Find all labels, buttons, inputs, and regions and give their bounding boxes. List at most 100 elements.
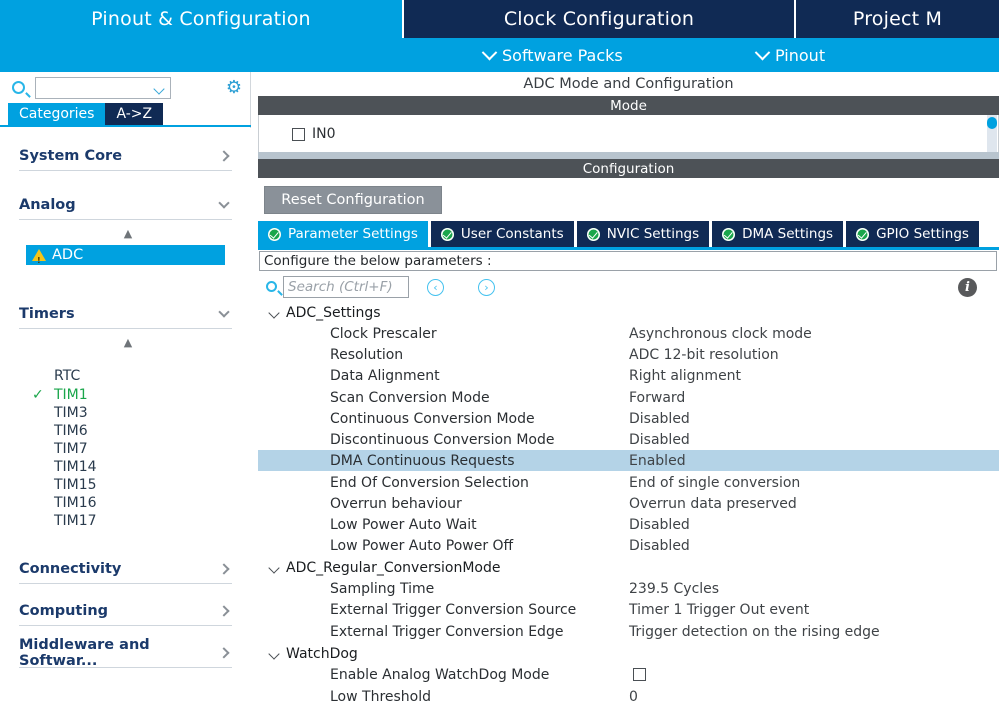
- sidebar-item-tim16[interactable]: TIM16: [54, 495, 97, 512]
- table-row[interactable]: Data Alignment Right alignment: [258, 365, 999, 386]
- sidebar-search-combo[interactable]: [35, 77, 171, 99]
- tab-gpio-settings[interactable]: GPIO Settings: [846, 221, 979, 247]
- parameter-value: Trigger detection on the rising edge: [629, 623, 880, 640]
- info-icon[interactable]: i: [958, 278, 977, 297]
- table-row[interactable]: Discontinuous Conversion Mode Disabled: [258, 429, 999, 450]
- parameter-value: Disabled: [629, 516, 690, 533]
- scroll-spinner-icon[interactable]: ▲: [121, 227, 135, 241]
- table-row[interactable]: Enable Analog WatchDog Mode: [258, 664, 999, 685]
- parameter-group-label: WatchDog: [286, 645, 358, 662]
- table-row[interactable]: Overrun behaviour Overrun data preserved: [258, 493, 999, 514]
- tab-parameter-settings[interactable]: Parameter Settings: [258, 221, 428, 247]
- parameter-value: End of single conversion: [629, 474, 801, 491]
- table-row[interactable]: Low Power Auto Wait Disabled: [258, 514, 999, 535]
- sidebar-group-label: Timers: [19, 305, 75, 322]
- sidebar-group-analog[interactable]: Analog: [19, 190, 232, 220]
- table-row[interactable]: External Trigger Conversion Edge Trigger…: [258, 621, 999, 642]
- tab-nvic-settings[interactable]: NVIC Settings: [576, 221, 710, 247]
- scroll-spinner-icon[interactable]: ▲: [121, 336, 135, 350]
- sidebar-tree: System Core Analog ▲ ADC Timers ▲ RTC ✓ …: [0, 128, 251, 728]
- tab-dma-settings[interactable]: DMA Settings: [712, 221, 844, 247]
- chevron-down-icon: [218, 305, 230, 318]
- parameter-label: Discontinuous Conversion Mode: [330, 431, 555, 448]
- checkbox-enable-analog-watchdog[interactable]: [633, 668, 646, 681]
- check-circle-icon: [440, 227, 454, 241]
- parameter-group-regular-conversion-mode[interactable]: ADC_Regular_ConversionMode: [258, 557, 999, 578]
- table-row[interactable]: External Trigger Conversion Source Timer…: [258, 599, 999, 620]
- sidebar-item-tim7[interactable]: TIM7: [54, 441, 88, 458]
- parameter-label: Low Power Auto Wait: [330, 516, 477, 533]
- tab-label: DMA Settings: [742, 226, 834, 242]
- mode-scrollbar-thumb[interactable]: [987, 117, 997, 129]
- parameter-label: Sampling Time: [330, 580, 435, 597]
- table-row[interactable]: Resolution ADC 12-bit resolution: [258, 344, 999, 365]
- checkbox-in0[interactable]: [292, 127, 305, 141]
- parameter-group-label: ADC_Regular_ConversionMode: [286, 559, 501, 576]
- table-row[interactable]: Sampling Time 239.5 Cycles: [258, 578, 999, 599]
- sidebar-group-timers[interactable]: Timers: [19, 299, 232, 329]
- sidebar-item-tim14[interactable]: TIM14: [54, 459, 97, 476]
- sidebar-item-tim15[interactable]: TIM15: [54, 477, 97, 494]
- parameter-value: 239.5 Cycles: [629, 580, 720, 597]
- parameter-value: Enabled: [629, 452, 686, 469]
- tab-project-manager[interactable]: Project M: [794, 0, 999, 38]
- sidebar-group-computing[interactable]: Computing: [19, 596, 232, 626]
- search-next-button[interactable]: ›: [478, 279, 495, 296]
- sidebar-item-tim6[interactable]: TIM6: [54, 423, 88, 440]
- chevron-right-icon: [218, 149, 230, 162]
- sidebar-item-adc[interactable]: ADC: [26, 245, 225, 271]
- settings-tab-strip: Parameter Settings User Constants NVIC S…: [258, 221, 999, 247]
- sidebar-item-label: TIM17: [54, 513, 97, 529]
- reset-configuration-button[interactable]: Reset Configuration: [264, 186, 442, 214]
- parameter-value: ADC 12-bit resolution: [629, 346, 779, 363]
- settings-tab-underline: [258, 247, 999, 250]
- sidebar-item-tim1[interactable]: ✓ TIM1: [32, 387, 88, 404]
- parameter-group-adc-settings[interactable]: ADC_Settings: [258, 302, 999, 323]
- chevron-down-icon: [218, 196, 230, 209]
- sidebar-item-tim17[interactable]: TIM17: [54, 513, 97, 530]
- parameter-search-input[interactable]: Search (Ctrl+F): [283, 276, 409, 298]
- table-row[interactable]: End Of Conversion Selection End of singl…: [258, 472, 999, 493]
- search-prev-button[interactable]: ‹: [427, 279, 444, 296]
- parameter-value: Overrun data preserved: [629, 495, 797, 512]
- chevron-down-icon: [153, 83, 165, 95]
- table-row[interactable]: Low Power Auto Power Off Disabled: [258, 535, 999, 556]
- table-row[interactable]: Scan Conversion Mode Forward: [258, 387, 999, 408]
- parameter-value: 0: [629, 688, 638, 705]
- configuration-section-header: Configuration: [258, 159, 999, 178]
- table-row[interactable]: Clock Prescaler Asynchronous clock mode: [258, 323, 999, 344]
- mode-section-header: Mode: [258, 96, 999, 115]
- sidebar-item-tim3[interactable]: TIM3: [54, 405, 88, 422]
- table-row[interactable]: Low Threshold 0: [258, 686, 999, 707]
- menu-software-packs[interactable]: Software Packs: [481, 38, 623, 72]
- channel-in0-row[interactable]: IN0: [292, 126, 336, 142]
- parameter-label: Low Power Auto Power Off: [330, 537, 514, 554]
- sidebar-item-label: TIM7: [54, 441, 88, 457]
- sidebar-tab-a-to-z[interactable]: A->Z: [105, 103, 164, 125]
- menu-pinout[interactable]: Pinout: [754, 38, 825, 72]
- sidebar-tab-categories[interactable]: Categories: [8, 103, 106, 125]
- configure-hint-bar: Configure the below parameters :: [259, 251, 997, 271]
- parameter-group-watchdog[interactable]: WatchDog: [258, 643, 999, 664]
- parameter-label: Scan Conversion Mode: [330, 389, 490, 406]
- sidebar-group-label: System Core: [19, 147, 123, 164]
- tab-pinout-configuration[interactable]: Pinout & Configuration: [0, 0, 402, 38]
- top-sub-bar: Software Packs Pinout: [0, 38, 999, 72]
- check-icon: ✓: [32, 387, 44, 403]
- sidebar-group-middleware[interactable]: Middleware and Softwar...: [19, 637, 232, 669]
- search-icon: [12, 81, 25, 94]
- parameter-value: Asynchronous clock mode: [629, 325, 812, 342]
- mode-section-divider: [258, 152, 999, 159]
- software-packs-label: Software Packs: [502, 45, 623, 65]
- tab-clock-configuration[interactable]: Clock Configuration: [402, 0, 794, 38]
- parameter-value: Disabled: [629, 537, 690, 554]
- tab-label: GPIO Settings: [876, 226, 969, 242]
- chevron-down-icon: [268, 307, 280, 319]
- sidebar-group-connectivity[interactable]: Connectivity: [19, 554, 232, 584]
- gear-icon[interactable]: ⚙: [225, 79, 243, 97]
- tab-user-constants[interactable]: User Constants: [430, 221, 574, 247]
- sidebar-item-rtc[interactable]: RTC: [54, 368, 80, 385]
- sidebar-group-system-core[interactable]: System Core: [19, 141, 232, 171]
- table-row-selected[interactable]: DMA Continuous Requests Enabled: [258, 450, 999, 471]
- table-row[interactable]: Continuous Conversion Mode Disabled: [258, 408, 999, 429]
